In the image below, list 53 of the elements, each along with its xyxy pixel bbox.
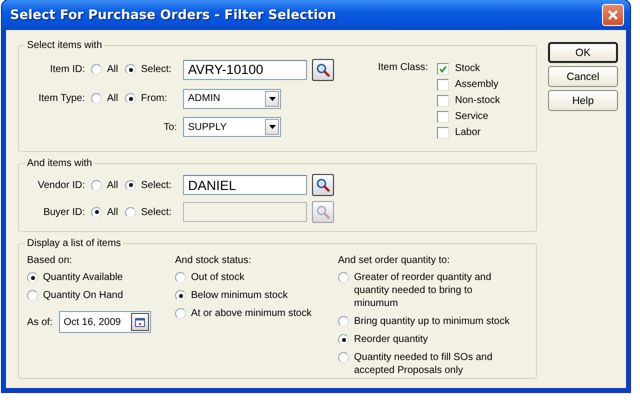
radio-button[interactable]: Bring quantity up to minimum stock (338, 315, 513, 328)
dropdown-arrow-icon (268, 96, 276, 101)
checkbox[interactable]: Service (437, 110, 500, 123)
radio-button[interactable]: Select: (125, 178, 183, 192)
group-title: And items with (26, 158, 94, 169)
search-button[interactable] (312, 58, 334, 81)
field-label: Vendor ID: (36, 180, 86, 190)
window-title: Select For Purchase Orders - Filter Selection (10, 8, 336, 22)
radio-button[interactable]: All (91, 63, 125, 76)
section-label: And set order quantity to: (338, 255, 451, 266)
field-label: Item ID: (48, 64, 86, 76)
dropdown[interactable]: ADMIN (183, 88, 281, 109)
search-icon (316, 205, 330, 219)
radio-button[interactable]: At or above minimum stock (175, 307, 338, 320)
search-icon (316, 62, 330, 77)
calendar-button[interactable] (130, 313, 149, 331)
checkbox[interactable]: Labor (437, 126, 500, 139)
checkbox[interactable]: Non-stock (437, 94, 500, 107)
radio-button[interactable]: Quantity Available (27, 271, 175, 284)
radio-button[interactable]: Quantity needed to fill SOs and accepted Proposals only (338, 351, 513, 377)
field-label: Item Class: (378, 62, 428, 75)
close-button[interactable] (602, 4, 624, 26)
input-field[interactable]: AVRY-10100 (183, 60, 307, 80)
radio-button[interactable]: Reorder quantity (338, 333, 513, 346)
field-label: As of: (27, 316, 53, 328)
search-button[interactable] (312, 174, 334, 196)
date-field[interactable]: Oct 16, 2009 (58, 311, 151, 333)
radio-button[interactable]: Below minimum stock (175, 289, 338, 302)
calendar-icon (134, 318, 145, 326)
group-title: Select items with (26, 40, 104, 51)
close-icon (607, 9, 619, 21)
field-label: To: (162, 122, 178, 133)
dialog-button[interactable]: Help (548, 90, 618, 111)
checkbox[interactable]: Stock (437, 62, 500, 75)
radio-button[interactable]: From: (125, 92, 183, 106)
dialog-button[interactable]: Cancel (548, 66, 618, 87)
checkbox[interactable]: Assembly (437, 78, 500, 91)
radio-button[interactable]: Greater of reorder quantity and quantity needed to bring to minumum (338, 271, 513, 310)
input-field[interactable]: DANIEL (183, 175, 307, 195)
search-icon (316, 178, 330, 192)
dropdown[interactable]: SUPPLY (183, 117, 281, 138)
radio-button[interactable]: All (91, 178, 125, 192)
field-label: Item Type: (37, 93, 86, 104)
group-title: Display a list of items (26, 238, 122, 249)
field-label: Buyer ID: (42, 206, 86, 218)
section-label: And stock status: (175, 255, 252, 266)
radio-button[interactable]: Out of stock (175, 271, 338, 284)
dropdown-arrow-icon (268, 125, 276, 130)
radio-button[interactable]: Quantity On Hand (27, 289, 175, 302)
radio-button[interactable]: All (91, 92, 125, 106)
radio-button[interactable]: Select: (125, 63, 183, 76)
dialog-button[interactable]: OK (548, 42, 618, 63)
section-label: Based on: (27, 255, 74, 266)
